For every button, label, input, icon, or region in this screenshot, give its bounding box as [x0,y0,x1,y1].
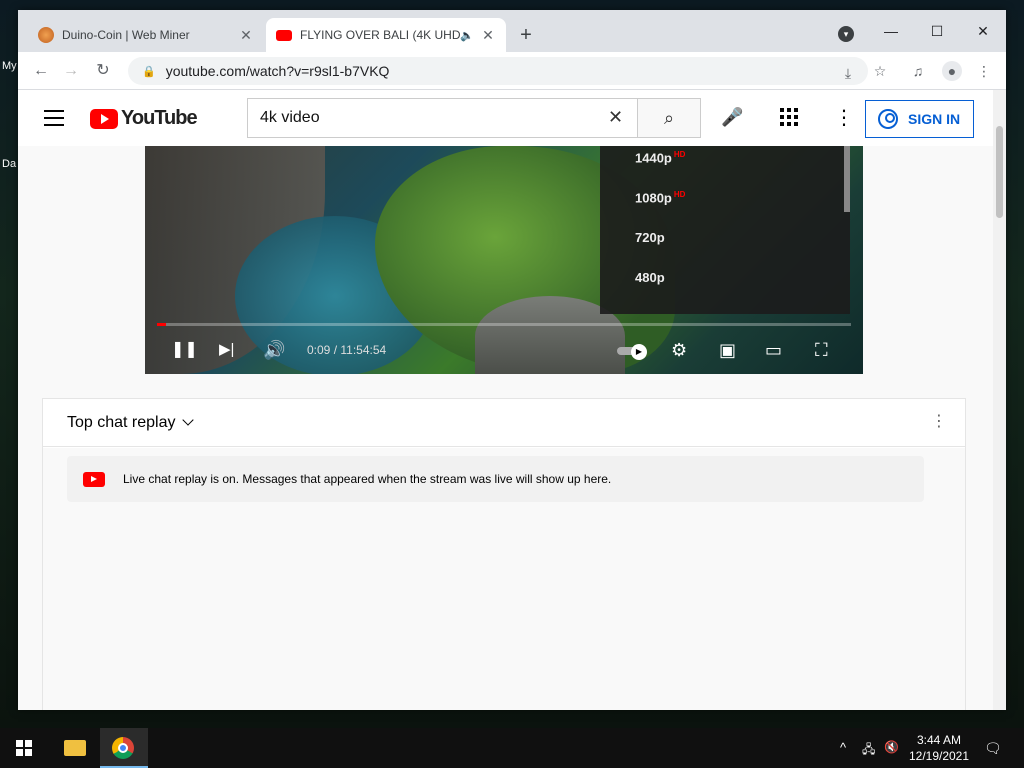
duino-coin-icon [38,27,54,43]
fullscreen-icon[interactable]: ⛶ [815,338,828,362]
chat-options-icon[interactable]: ⋮ [931,411,947,431]
video-player[interactable]: 1440p HD 1080p HD 720p 480p ❚❚ ▶| 🔊 0:09 /… [145,146,863,374]
minimize-button[interactable]: — [868,16,914,46]
clock-date: 12/19/2021 [908,749,970,763]
quality-label: 480p [635,270,665,285]
quality-option-1080p[interactable]: 1080p HD [635,190,685,205]
close-window-button[interactable]: ✕ [960,16,1006,46]
desktop-icon-label[interactable]: My [2,60,17,72]
desktop-icon-label[interactable]: Da [2,158,16,170]
settings-gear-icon[interactable]: ⚙ [671,338,687,362]
youtube-page: YouTube 4k video ✕ ⌕ 🎤 ⋮ SIGN IN 1440p H… [18,90,1006,710]
youtube-icon [83,471,105,487]
youtube-play-icon [90,108,118,129]
chat-header: Top chat replay ⋮ [43,399,965,447]
banner-message: Live chat replay is on. Messages that ap… [123,472,612,486]
volume-muted-icon[interactable]: 🔇 [884,740,899,754]
tab-strip: Duino-Coin | Web Miner ✕ FLYING OVER BAL… [18,10,1006,52]
tab-title: FLYING OVER BALI (4K UHD) [300,28,460,42]
youtube-logo[interactable]: YouTube [90,107,198,130]
back-icon[interactable]: ← [30,60,52,82]
user-avatar-icon [878,109,898,129]
address-bar[interactable]: 🔒 youtube.com/watch?v=r9sl1-b7VKQ [128,57,868,85]
notification-icon[interactable]: 🗨 [984,740,1002,757]
youtube-header: YouTube 4k video ✕ ⌕ 🎤 ⋮ SIGN IN [18,90,993,146]
taskbar-clock[interactable]: 3:44 AM 12/19/2021 [904,732,974,764]
forward-icon[interactable]: → [60,60,82,82]
bookmark-star-icon[interactable]: ☆ [870,61,890,81]
media-control-icon[interactable]: ♫ [908,61,928,81]
browser-toolbar: ← → ↻ 🔒 youtube.com/watch?v=r9sl1-b7VKQ … [18,52,1006,90]
tab-close-icon[interactable]: ✕ [238,27,254,44]
video-progress-bar[interactable] [157,323,851,326]
quality-option-1440p[interactable]: 1440p HD [635,150,685,165]
profile-icon[interactable]: ● [942,61,962,81]
url-text: youtube.com/watch?v=r9sl1-b7VKQ [165,63,390,79]
tab-title: Duino-Coin | Web Miner [62,28,190,42]
reload-icon[interactable]: ↻ [92,60,114,82]
pause-button[interactable]: ❚❚ [171,338,198,362]
theater-mode-icon[interactable]: ▭ [765,338,782,362]
hd-badge: HD [673,190,686,199]
quality-option-720p[interactable]: 720p [635,230,665,245]
scrollbar-thumb[interactable] [996,126,1003,218]
new-tab-button[interactable]: + [516,24,536,47]
chat-body: Live chat replay is on. Messages that ap… [43,448,965,710]
tray-chevron-icon[interactable]: ^ [840,740,846,755]
live-chat-panel: Top chat replay ⋮ Live chat replay is on… [42,398,966,710]
hamburger-menu-icon[interactable] [44,110,64,131]
chrome-taskbar-button[interactable] [100,728,148,768]
browser-window: Duino-Coin | Web Miner ✕ FLYING OVER BAL… [18,10,1006,710]
page-scrollbar[interactable] [993,90,1006,710]
chrome-icon [112,737,134,759]
chat-mode-dropdown[interactable]: Top chat replay [67,414,194,432]
microphone-icon[interactable]: 🎤 [721,107,743,128]
file-explorer-button[interactable] [50,728,98,768]
tab-duino-coin[interactable]: Duino-Coin | Web Miner ✕ [28,18,264,52]
quality-label: 720p [635,230,665,245]
quality-menu: 1440p HD 1080p HD 720p 480p [600,146,850,314]
video-progress-fill [157,323,167,326]
youtube-favicon-icon [276,29,292,41]
sign-in-label: SIGN IN [908,111,961,127]
quality-option-480p[interactable]: 480p [635,270,665,285]
autoplay-play-icon: ▶ [631,344,647,360]
maximize-button[interactable]: ☐ [914,16,960,46]
clock-time: 3:44 AM [916,733,962,747]
tab-search-icon[interactable]: ▾ [838,26,854,42]
windows-taskbar: ^ 🖧 🔇 3:44 AM 12/19/2021 🗨 [0,728,1024,768]
miniplayer-icon[interactable]: ▣ [719,338,736,362]
tab-flying-over-bali[interactable]: FLYING OVER BALI (4K UHD) 🔈 ✕ [266,18,506,52]
install-app-icon[interactable]: ⤓ [838,63,858,83]
chrome-menu-icon[interactable]: ⋮ [974,61,994,81]
search-input[interactable]: 4k video [247,98,638,138]
chat-replay-banner: Live chat replay is on. Messages that ap… [67,456,924,502]
audio-playing-icon[interactable]: 🔈 [460,29,474,42]
clear-search-icon[interactable]: ✕ [608,107,623,128]
video-time: 0:09 / 11:54:54 [307,343,387,357]
tab-close-icon[interactable]: ✕ [480,27,496,44]
quality-label: 1440p [635,150,672,166]
lock-icon[interactable]: 🔒 [142,65,156,78]
windows-logo-icon [16,740,32,756]
apps-grid-icon[interactable] [780,108,798,126]
quality-menu-scrollbar[interactable] [844,146,850,212]
chat-mode-label: Top chat replay [67,414,176,431]
search-button[interactable]: ⌕ [637,98,701,138]
folder-icon [64,740,86,756]
chevron-down-icon [181,414,194,426]
next-video-button[interactable]: ▶| [219,338,234,362]
youtube-wordmark: YouTube [121,107,198,129]
hd-badge: HD [673,150,686,159]
start-button[interactable] [0,728,48,768]
quality-label: 1080p [635,190,672,206]
network-icon[interactable]: 🖧 [862,740,875,761]
volume-icon[interactable]: 🔊 [263,338,285,362]
autoplay-toggle[interactable]: ▶ [617,344,649,360]
settings-kebab-icon[interactable]: ⋮ [834,106,854,130]
sign-in-button[interactable]: SIGN IN [865,100,974,138]
